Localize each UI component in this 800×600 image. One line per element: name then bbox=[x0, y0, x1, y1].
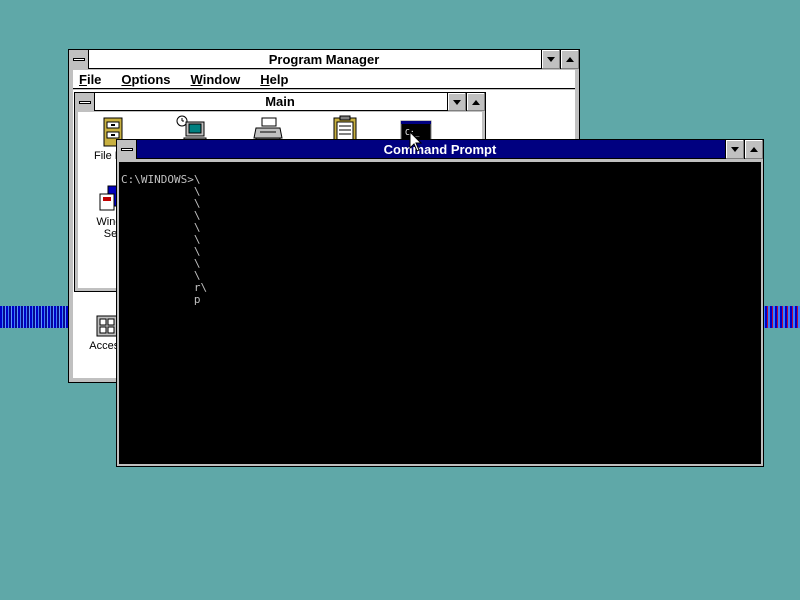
program-manager-titlebar[interactable]: Program Manager bbox=[69, 50, 579, 69]
group-minimize-button[interactable] bbox=[447, 93, 466, 111]
group-system-menu-button[interactable] bbox=[75, 93, 95, 111]
window-title: Command Prompt bbox=[383, 141, 497, 157]
console-line: p bbox=[121, 293, 201, 306]
window-title: Program Manager bbox=[268, 51, 380, 67]
menu-options[interactable]: Options bbox=[119, 72, 172, 87]
menu-file[interactable]: File bbox=[77, 72, 103, 87]
main-group-titlebar[interactable]: Main bbox=[75, 93, 485, 111]
system-menu-button[interactable] bbox=[117, 140, 137, 159]
minimize-button[interactable] bbox=[541, 50, 560, 69]
command-prompt-titlebar[interactable]: Command Prompt bbox=[117, 140, 763, 159]
console-output-area[interactable]: C:\WINDOWS>\ \ \ \ \ \ \ \ \ r\ p bbox=[119, 162, 761, 464]
menu-bar: File Options Window Help bbox=[73, 70, 575, 89]
menu-help[interactable]: Help bbox=[258, 72, 290, 87]
menu-window[interactable]: Window bbox=[189, 72, 243, 87]
system-menu-button[interactable] bbox=[69, 50, 89, 69]
group-title: Main bbox=[265, 94, 295, 109]
command-prompt-window[interactable]: Command Prompt C:\WINDOWS>\ \ \ \ \ \ \ … bbox=[116, 139, 764, 467]
group-maximize-button[interactable] bbox=[466, 93, 485, 111]
maximize-button[interactable] bbox=[560, 50, 579, 69]
minimize-button[interactable] bbox=[725, 140, 744, 159]
maximize-button[interactable] bbox=[744, 140, 763, 159]
